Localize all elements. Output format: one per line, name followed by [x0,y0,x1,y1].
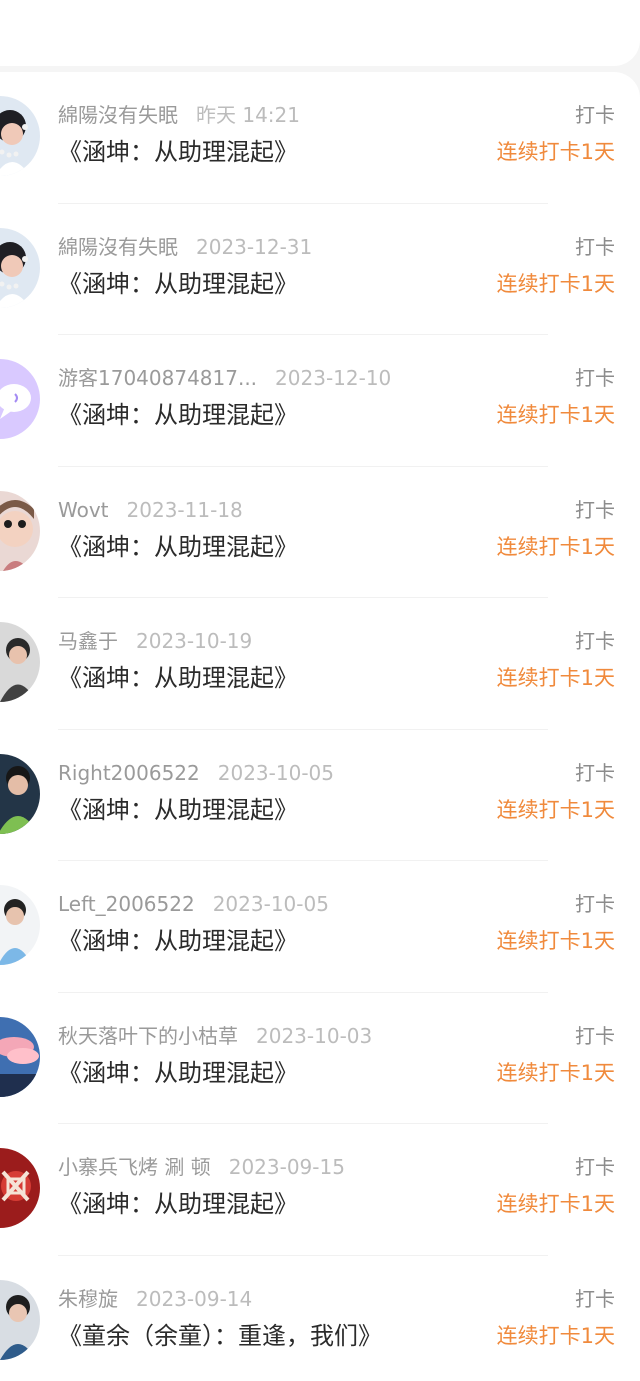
username[interactable]: Left_2006522 [58,892,195,916]
avatar-person-icon[interactable] [0,622,40,702]
avatar-doll-icon[interactable] [0,490,40,571]
checkin-date: 2023-12-10 [275,366,392,390]
checkin-row[interactable]: Right2006522 2023-10-05 《涵坤：从助理混起》 打卡 连续打… [0,730,640,862]
streak-badge: 连续打卡1天 [496,666,615,690]
row-meta: 秋天落叶下的小枯草 2023-10-03 [58,1023,372,1049]
row-meta: 綿陽沒有失眠 昨天 14:21 [58,102,300,128]
book-title[interactable]: 《涵坤：从助理混起》 [58,398,298,432]
avatar-person-icon[interactable] [0,885,40,965]
username[interactable]: 朱穆旋 [58,1287,118,1311]
checkin-row[interactable]: 綿陽沒有失眠 2023-12-31 《涵坤：从助理混起》 打卡 连续打卡1天 [0,204,640,336]
checkin-row[interactable]: Wovt 2023-11-18 《涵坤：从助理混起》 打卡 连续打卡1天 [0,467,640,599]
username[interactable]: Wovt [58,498,109,522]
checkin-row[interactable]: 綿陽沒有失眠 昨天 14:21 《涵坤：从助理混起》 打卡 连续打卡1天 [0,72,640,204]
book-title[interactable]: 《涵坤：从助理混起》 [58,267,298,301]
row-meta: 小寨兵飞烤 涮 顿 2023-09-15 [58,1154,345,1180]
checkin-action-label: 打卡 [575,892,615,916]
checkin-date: 2023-10-19 [136,629,253,653]
checkin-date: 2023-12-31 [196,234,313,259]
book-title[interactable]: 《涵坤：从助理混起》 [58,530,298,564]
book-title[interactable]: 《童余（余童）：重逢，我们》 [58,1319,382,1353]
streak-badge: 连续打卡1天 [496,1060,615,1085]
avatar-chat-bubble-icon[interactable] [0,359,40,439]
username[interactable]: 秋天落叶下的小枯草 [58,1024,238,1048]
checkin-row[interactable]: Left_2006522 2023-10-05 《涵坤：从助理混起》 打卡 连续打… [0,861,640,993]
streak-badge: 连续打卡1天 [496,929,615,953]
checkin-row[interactable]: 马鑫于 2023-10-19 《涵坤：从助理混起》 打卡 连续打卡1天 [0,598,640,730]
streak-badge: 连续打卡1天 [496,1192,615,1216]
avatar-woman-pearls-icon[interactable] [0,227,40,308]
checkin-action-label: 打卡 [575,103,615,127]
avatar-red-pattern-icon[interactable] [0,1148,40,1228]
row-meta: Left_2006522 2023-10-05 [58,891,329,917]
checkin-action-label: 打卡 [575,760,615,785]
checkin-action-label: 打卡 [575,497,615,522]
book-title[interactable]: 《涵坤：从助理混起》 [58,924,298,958]
row-meta: Right2006522 2023-10-05 [58,760,334,786]
checkin-action-label: 打卡 [575,1286,615,1311]
streak-badge: 连续打卡1天 [496,271,615,296]
row-meta: Wovt 2023-11-18 [58,497,243,523]
checkin-row[interactable]: 游客17040874817... 2023-12-10 《涵坤：从助理混起》 打卡… [0,335,640,467]
checkin-date: 2023-10-05 [217,760,334,785]
row-meta: 游客17040874817... 2023-12-10 [58,365,391,391]
checkin-action-label: 打卡 [575,1023,615,1048]
checkin-action-label: 打卡 [575,234,615,259]
checkin-action-label: 打卡 [575,629,615,653]
avatar-person-icon[interactable] [0,1279,40,1360]
book-title[interactable]: 《涵坤：从助理混起》 [58,1056,298,1090]
checkin-row[interactable]: 朱穆旋 2023-09-14 《童余（余童）：重逢，我们》 打卡 连续打卡1天 [0,1256,640,1381]
checkin-action-label: 打卡 [575,1155,615,1179]
checkin-list-page: 綿陽沒有失眠 昨天 14:21 《涵坤：从助理混起》 打卡 连续打卡1天 綿陽沒有… [0,0,640,1381]
checkin-row[interactable]: 秋天落叶下的小枯草 2023-10-03 《涵坤：从助理混起》 打卡 连续打卡1天 [0,993,640,1125]
username[interactable]: Right2006522 [58,761,200,785]
checkin-date: 2023-10-03 [256,1023,373,1048]
checkin-date: 昨天 14:21 [196,103,300,127]
checkin-row[interactable]: 小寨兵飞烤 涮 顿 2023-09-15 《涵坤：从助理混起》 打卡 连续打卡1天 [0,1124,640,1256]
avatar-sky-icon[interactable] [0,1016,40,1097]
streak-badge: 连续打卡1天 [496,1323,615,1348]
streak-badge: 连续打卡1天 [496,140,615,164]
checkin-date: 2023-10-05 [212,892,329,916]
checkin-list: 綿陽沒有失眠 昨天 14:21 《涵坤：从助理混起》 打卡 连续打卡1天 綿陽沒有… [0,72,640,1381]
row-meta: 朱穆旋 2023-09-14 [58,1286,252,1312]
row-meta: 綿陽沒有失眠 2023-12-31 [58,234,312,260]
book-title[interactable]: 《涵坤：从助理混起》 [58,1187,298,1221]
checkin-date: 2023-11-18 [126,497,243,522]
checkin-date: 2023-09-15 [228,1155,345,1179]
streak-badge: 连续打卡1天 [496,403,615,427]
row-meta: 马鑫于 2023-10-19 [58,628,252,654]
username[interactable]: 马鑫于 [58,629,118,653]
username[interactable]: 綿陽沒有失眠 [58,235,178,259]
top-card [0,0,640,66]
username[interactable]: 游客17040874817... [58,366,257,390]
username[interactable]: 綿陽沒有失眠 [58,103,178,127]
book-title[interactable]: 《涵坤：从助理混起》 [58,661,298,695]
book-title[interactable]: 《涵坤：从助理混起》 [58,793,298,827]
avatar-person-icon[interactable] [0,753,40,834]
streak-badge: 连续打卡1天 [496,797,615,822]
book-title[interactable]: 《涵坤：从助理混起》 [58,135,298,169]
checkin-date: 2023-09-14 [136,1286,253,1311]
streak-badge: 连续打卡1天 [496,534,615,559]
username[interactable]: 小寨兵飞烤 涮 顿 [58,1155,211,1179]
avatar-woman-pearls-icon[interactable] [0,96,40,176]
checkin-action-label: 打卡 [575,366,615,390]
